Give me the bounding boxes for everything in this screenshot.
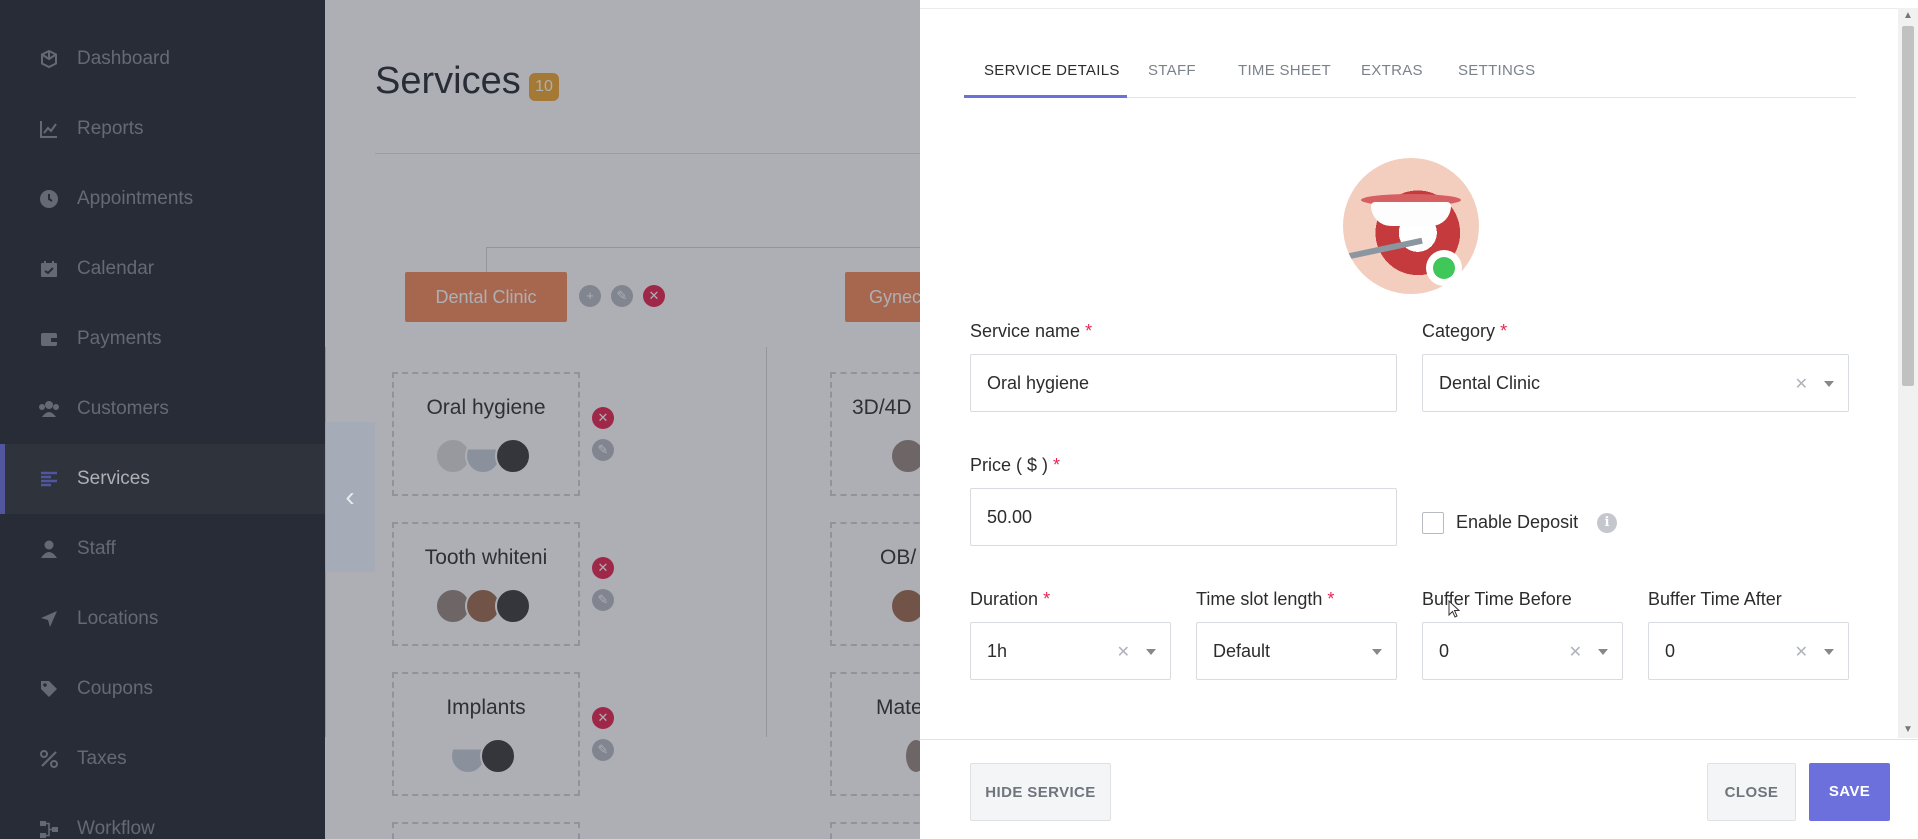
label-text: Category bbox=[1422, 321, 1496, 341]
active-tab-indicator bbox=[964, 95, 1127, 98]
panel-scrollbar[interactable]: ▲ ▼ bbox=[1898, 8, 1918, 738]
label-text: Price ( $ ) bbox=[970, 455, 1049, 475]
time-slot-length-label: Time slot length * bbox=[1196, 589, 1334, 610]
duration-select[interactable]: 1h ✕ bbox=[970, 622, 1171, 680]
select-value: 0 bbox=[1665, 640, 1676, 661]
chevron-down-icon[interactable] bbox=[1824, 381, 1834, 387]
edit-service-panel: SERVICE DETAILS STAFF TIME SHEET EXTRAS … bbox=[920, 0, 1918, 839]
select-value: 0 bbox=[1439, 640, 1450, 661]
chevron-left-icon[interactable]: ‹ bbox=[325, 422, 375, 572]
required-mark: * bbox=[1053, 455, 1061, 475]
price-input[interactable]: 50.00 bbox=[970, 488, 1397, 546]
scroll-down-icon[interactable]: ▼ bbox=[1903, 724, 1913, 735]
enable-deposit-checkbox[interactable] bbox=[1422, 512, 1444, 534]
buffer-time-before-label: Buffer Time Before bbox=[1422, 589, 1572, 609]
info-icon[interactable]: i bbox=[1597, 513, 1617, 533]
input-value: 50.00 bbox=[987, 506, 1033, 527]
scroll-up-icon[interactable]: ▲ bbox=[1903, 10, 1913, 21]
required-mark: * bbox=[1043, 589, 1051, 609]
clear-icon[interactable]: ✕ bbox=[1569, 642, 1582, 662]
mouse-cursor-icon bbox=[1448, 599, 1461, 621]
scroll-thumb[interactable] bbox=[1902, 26, 1914, 386]
service-name-label: Service name * bbox=[970, 321, 1092, 342]
required-mark: * bbox=[1500, 321, 1508, 341]
close-button[interactable]: CLOSE bbox=[1707, 763, 1796, 821]
category-select[interactable]: Dental Clinic ✕ bbox=[1422, 354, 1849, 412]
required-mark: * bbox=[1327, 589, 1335, 609]
tab-staff[interactable]: STAFF bbox=[1148, 62, 1196, 79]
buffer-time-before-select[interactable]: 0 ✕ bbox=[1422, 622, 1623, 680]
time-slot-length-select[interactable]: Default bbox=[1196, 622, 1397, 680]
chevron-down-icon[interactable] bbox=[1598, 649, 1608, 655]
tab-service-details[interactable]: SERVICE DETAILS bbox=[984, 62, 1120, 79]
select-value: 1h bbox=[987, 640, 1008, 661]
tab-settings[interactable]: SETTINGS bbox=[1458, 62, 1535, 79]
category-label: Category * bbox=[1422, 321, 1507, 342]
input-value: Oral hygiene bbox=[987, 372, 1090, 393]
enable-deposit-label[interactable]: Enable Deposit bbox=[1456, 512, 1578, 533]
buffer-time-after-select[interactable]: 0 ✕ bbox=[1648, 622, 1849, 680]
label-text: Duration bbox=[970, 589, 1039, 609]
buffer-time-after-label: Buffer Time After bbox=[1648, 589, 1782, 609]
panel-footer: HIDE SERVICE CLOSE SAVE bbox=[920, 739, 1918, 839]
panel-tabs: SERVICE DETAILS STAFF TIME SHEET EXTRAS … bbox=[964, 58, 1856, 98]
select-value: Default bbox=[1213, 640, 1271, 661]
hide-service-button[interactable]: HIDE SERVICE bbox=[970, 763, 1111, 821]
chevron-down-icon[interactable] bbox=[1146, 649, 1156, 655]
label-text: Service name bbox=[970, 321, 1081, 341]
divider bbox=[920, 8, 1898, 9]
duration-label: Duration * bbox=[970, 589, 1050, 610]
tab-time-sheet[interactable]: TIME SHEET bbox=[1238, 62, 1331, 79]
service-image-part bbox=[1343, 237, 1423, 261]
service-image-part bbox=[1371, 202, 1451, 226]
select-value: Dental Clinic bbox=[1439, 372, 1541, 393]
tab-extras[interactable]: EXTRAS bbox=[1361, 62, 1423, 79]
clear-icon[interactable]: ✕ bbox=[1795, 642, 1808, 662]
clear-icon[interactable]: ✕ bbox=[1117, 642, 1130, 662]
clear-icon[interactable]: ✕ bbox=[1795, 374, 1808, 394]
service-name-input[interactable]: Oral hygiene bbox=[970, 354, 1397, 412]
chevron-down-icon[interactable] bbox=[1824, 649, 1834, 655]
active-status-dot bbox=[1426, 250, 1462, 286]
chevron-down-icon[interactable] bbox=[1372, 649, 1382, 655]
save-button[interactable]: SAVE bbox=[1809, 763, 1890, 821]
required-mark: * bbox=[1085, 321, 1093, 341]
label-text: Time slot length bbox=[1196, 589, 1323, 609]
price-label: Price ( $ ) * bbox=[970, 455, 1060, 476]
